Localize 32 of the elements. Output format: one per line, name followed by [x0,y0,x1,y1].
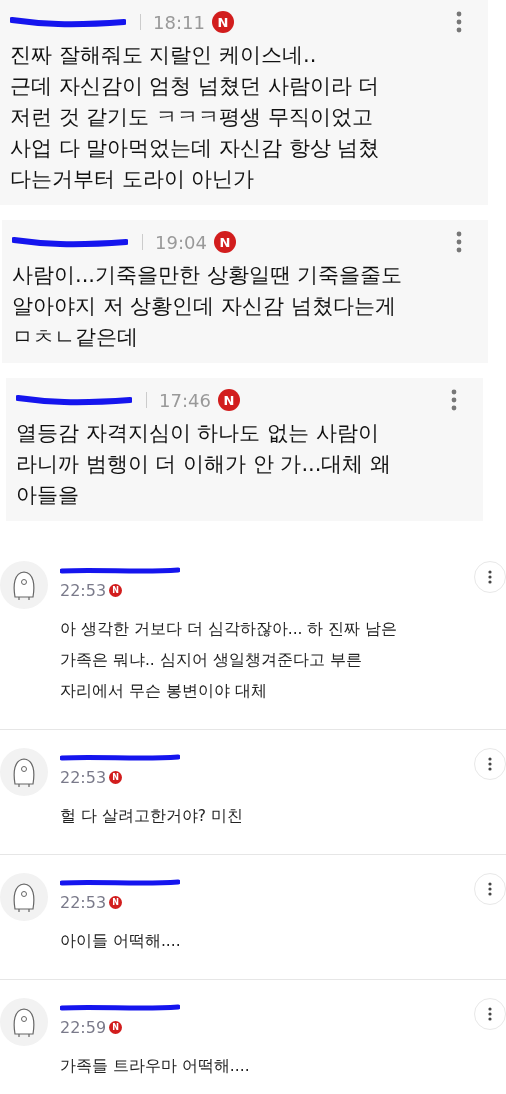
new-badge: N [109,584,123,597]
comment-text: 사람이...기죽을만한 상황일땐 기죽을줄도 알아야지 저 상황인데 자신감 넘쳤다는게 ㅁㅊㄴ같은데 [12,262,404,351]
comment-time: 22:53 [60,893,107,912]
more-icon [488,570,492,584]
more-button[interactable] [474,873,506,905]
more-icon [488,1007,492,1021]
comment-time: 17:46 [159,389,211,411]
new-badge: N [109,771,123,784]
comment-time: 18:11 [153,11,205,33]
comment-text: 아 생각한 거보다 더 심각하잖아... 하 진짜 남은 가족은 뭐냐.. 심지어 생일챙겨준다고 부른 자리에서 무슨 봉변이야 대체 [60,619,399,702]
comment-text: 헐 다 살려고한거야? 미친 [60,806,244,827]
comment-text: 진짜 잘해줘도 지랄인 케이스네.. 근데 자신감이 엄청 넘쳤던 사람이라 더 저런 것 같기도 ㅋㅋㅋ평생 무직이었고 사업 다 말아먹었는데 자신감 항상 넘쳤 다는거부터 도라이 아닌가 [10,42,381,193]
comment-time: 22:59 [60,1018,107,1037]
more-button[interactable] [474,748,506,780]
comment-text: 가족들 트라우마 어떡해.... [60,1056,251,1077]
more-icon [488,882,492,896]
comment-time: 22:53 [60,768,107,787]
more-icon[interactable] [456,11,462,33]
comment-text: 아이들 어떡해.... [60,931,182,952]
more-button[interactable] [474,561,506,593]
more-icon [488,757,492,771]
new-badge: N [109,1021,123,1034]
new-badge: N [213,231,236,253]
more-icon[interactable] [456,231,462,253]
comment-time: 19:04 [155,231,207,253]
comment-time: 22:53 [60,581,107,600]
comment-text: 열등감 자격지심이 하나도 없는 사람이 라니까 범행이 더 이해가 안 가...대체 왜 아들을 [16,420,393,509]
new-badge: N [109,896,123,909]
more-icon[interactable] [451,389,457,411]
new-badge: N [211,11,234,33]
new-badge: N [217,389,240,411]
more-button[interactable] [474,998,506,1030]
